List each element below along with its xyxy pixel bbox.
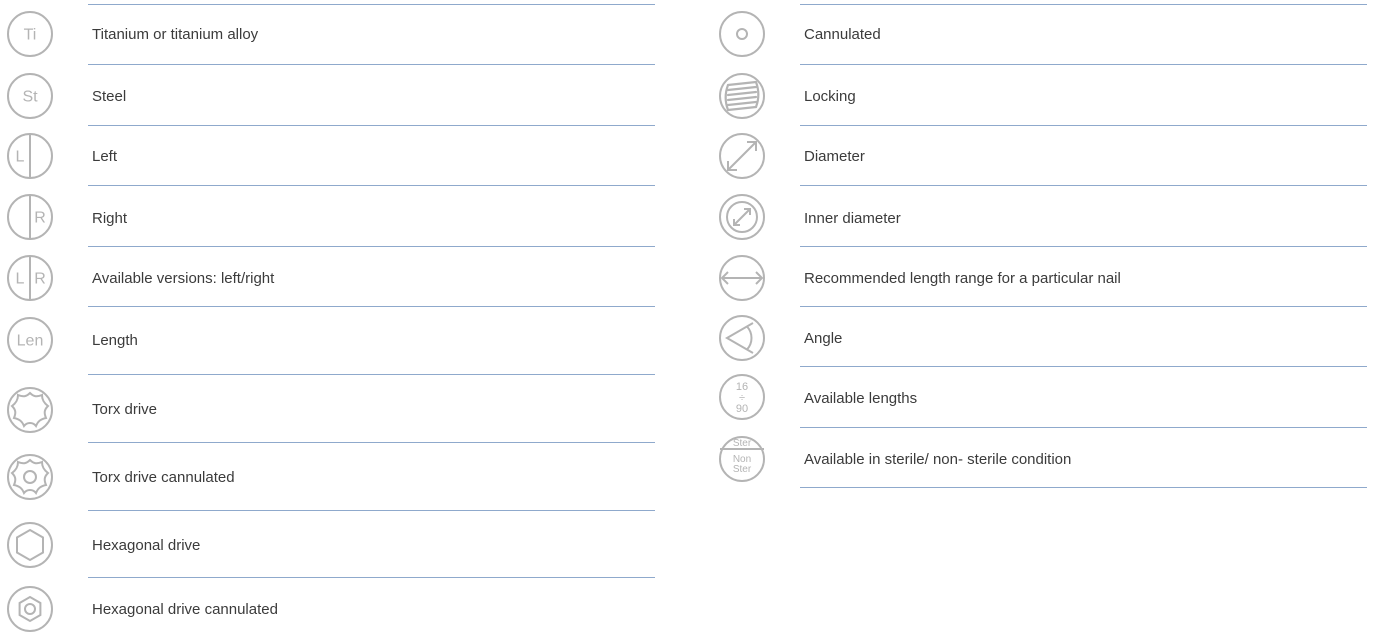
available-lengths-icon: 16 ÷ 90 (717, 372, 767, 422)
legend-label-steel: Steel (92, 88, 127, 105)
divider (800, 185, 1367, 186)
angle-icon (717, 313, 767, 363)
legend-label-sterile: Available in sterile/ non- sterile condi… (804, 451, 1072, 468)
legend-label-available-lengths: Available lengths (804, 390, 918, 407)
legend-label-torx-drive: Torx drive (92, 401, 158, 418)
sterile-icon: Ster Non Ster (717, 434, 767, 484)
inner-diameter-icon (717, 192, 767, 242)
legend-label-locking: Locking (804, 88, 856, 105)
diameter-icon (717, 131, 767, 181)
legend-label-length-range: Recommended length range for a particula… (804, 270, 1121, 287)
legend-label-hexagonal-drive-cannulated: Hexagonal drive cannulated (92, 601, 278, 618)
cannulated-icon (717, 9, 767, 59)
left-glyph: L (16, 271, 25, 288)
divider (88, 125, 655, 126)
divider (800, 125, 1367, 126)
divider (88, 510, 655, 511)
lengths-max-glyph: 90 (736, 403, 748, 415)
divider (88, 4, 655, 5)
titanium-glyph: Ti (24, 27, 37, 44)
length-glyph: Len (17, 333, 44, 350)
divider (88, 442, 655, 443)
legend-label-cannulated: Cannulated (804, 26, 881, 43)
titanium-icon: Ti (5, 9, 55, 59)
legend-label-torx-drive-cannulated: Torx drive cannulated (92, 469, 235, 486)
steel-icon: St (5, 71, 55, 121)
legend-label-left-right: Available versions: left/right (92, 270, 275, 287)
divider (800, 366, 1367, 367)
non-sterile-glyph: Ster (733, 464, 752, 475)
divider (88, 306, 655, 307)
divider (800, 306, 1367, 307)
legend-label-inner-diameter: Inner diameter (804, 210, 901, 227)
divider (88, 577, 655, 578)
legend-label-hexagonal-drive: Hexagonal drive (92, 537, 201, 554)
divider (88, 246, 655, 247)
left-glyph: L (16, 149, 25, 166)
locking-icon (717, 71, 767, 121)
divider (88, 374, 655, 375)
torx-drive-cannulated-icon (5, 452, 55, 502)
left-right-icon: L R (5, 253, 55, 303)
right-glyph: R (34, 271, 46, 288)
right-icon: R (5, 192, 55, 242)
length-icon: Len (5, 315, 55, 365)
legend-label-diameter: Diameter (804, 148, 865, 165)
sterile-glyph: Ster (733, 438, 752, 449)
divider (800, 4, 1367, 5)
length-range-icon (717, 253, 767, 303)
legend-label-angle: Angle (804, 330, 843, 347)
divider (800, 246, 1367, 247)
legend-label-left: Left (92, 148, 118, 165)
hexagonal-drive-icon (5, 520, 55, 570)
divider (88, 64, 655, 65)
divider (800, 427, 1367, 428)
divider (88, 185, 655, 186)
legend-label-length: Length (92, 332, 138, 349)
divider (800, 64, 1367, 65)
right-glyph: R (34, 210, 46, 227)
divider (800, 487, 1367, 488)
legend-label-titanium: Titanium or titanium alloy (92, 26, 259, 43)
torx-drive-icon (5, 385, 55, 435)
hexagonal-drive-cannulated-icon (5, 584, 55, 634)
steel-glyph: St (22, 89, 38, 106)
legend-label-right: Right (92, 210, 128, 227)
left-icon: L (5, 131, 55, 181)
